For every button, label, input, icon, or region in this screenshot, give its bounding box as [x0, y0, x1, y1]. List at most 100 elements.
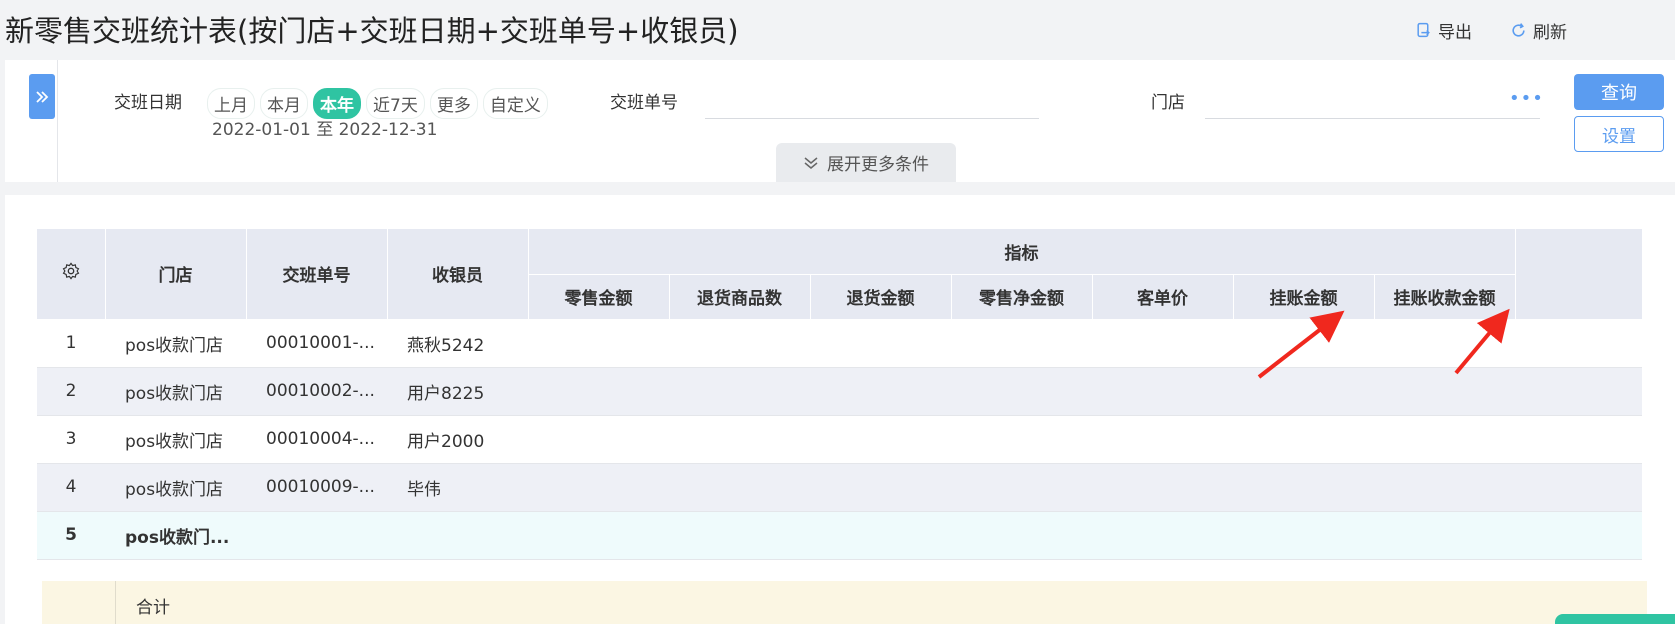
indicator-cell — [1092, 415, 1233, 464]
indicator-cell — [1233, 511, 1374, 560]
export-icon — [1417, 22, 1430, 38]
indicator-cell — [1233, 367, 1374, 416]
shift-no-header[interactable]: 交班单号 — [246, 229, 388, 320]
store-cell: pos收款门店 — [105, 367, 246, 416]
row-index: 2 — [37, 367, 105, 416]
cashier-header[interactable]: 收银员 — [387, 229, 529, 320]
table-row[interactable]: 5 pos收款门... — [37, 511, 1642, 560]
shift-no-cell: 00010001-... — [246, 319, 387, 368]
refresh-button[interactable]: 刷新 — [1510, 18, 1567, 43]
row-index: 3 — [37, 415, 105, 464]
cashier-cell: 用户2000 — [387, 415, 528, 464]
indicator-cell — [810, 463, 951, 512]
store-header[interactable]: 门店 — [105, 229, 247, 320]
indicator-cell — [669, 319, 810, 368]
indicator-cell — [951, 511, 1092, 560]
sidebar-toggle-button[interactable] — [29, 74, 55, 119]
gear-icon[interactable] — [62, 262, 80, 280]
shift-no-cell: 00010002-... — [246, 367, 387, 416]
indicator-cell — [1515, 463, 1642, 512]
indicator-cell — [669, 367, 810, 416]
indicator-cell — [1374, 415, 1515, 464]
store-cell: pos收款门... — [105, 511, 246, 560]
date-range: 2022-01-01 至 2022-12-31 — [212, 120, 438, 140]
table-row[interactable]: 1 pos收款门店 00010001-... 燕秋5242 — [37, 319, 1642, 368]
indicator-cell — [669, 415, 810, 464]
indicator-cell — [1374, 463, 1515, 512]
indicator-column-header[interactable]: 退货金额 — [810, 274, 952, 320]
indicator-column-header[interactable]: 挂账收款金额 — [1374, 274, 1516, 320]
indicator-cell — [528, 367, 669, 416]
store-cell: pos收款门店 — [105, 415, 246, 464]
shift-no-input[interactable] — [705, 118, 1039, 119]
floating-widget-edge[interactable] — [1555, 614, 1675, 624]
indicator-cell — [1092, 463, 1233, 512]
cashier-cell: 用户8225 — [387, 367, 528, 416]
panel-divider — [57, 60, 58, 182]
query-button[interactable]: 查询 — [1574, 74, 1664, 110]
indicator-cell — [1374, 511, 1515, 560]
indicator-cell — [810, 319, 951, 368]
indicators-header: 指标 — [528, 229, 1516, 275]
indicator-cell — [1092, 511, 1233, 560]
indicator-cell — [528, 319, 669, 368]
indicator-column-header[interactable]: 零售金额 — [528, 274, 670, 320]
indicator-cell — [669, 511, 810, 560]
indicator-cell — [810, 367, 951, 416]
indicator-cell — [1092, 367, 1233, 416]
indicator-cell — [1233, 319, 1374, 368]
summary-row: 合计 — [42, 581, 1647, 624]
export-label: 导出 — [1438, 23, 1472, 43]
refresh-icon — [1512, 23, 1525, 37]
shift-no-cell: 00010004-... — [246, 415, 387, 464]
cashier-cell — [387, 511, 528, 560]
double-chevron-right-icon — [36, 90, 49, 103]
store-cell: pos收款门店 — [105, 463, 246, 512]
indicator-cell — [669, 463, 810, 512]
indicator-cell — [1374, 319, 1515, 368]
table-row[interactable]: 4 pos收款门店 00010009-... 毕伟 — [37, 463, 1642, 512]
export-button[interactable]: 导出 — [1415, 18, 1472, 43]
row-index: 5 — [37, 511, 105, 560]
store-cell: pos收款门店 — [105, 319, 246, 368]
indicator-cell — [1515, 511, 1642, 560]
date-option-chip[interactable]: 自定义 — [482, 88, 548, 119]
indicator-column-header[interactable]: 挂账金额 — [1233, 274, 1375, 320]
store-input[interactable] — [1205, 118, 1540, 119]
settings-button[interactable]: 设置 — [1574, 116, 1664, 152]
row-index: 1 — [37, 319, 105, 368]
row-index: 4 — [37, 463, 105, 512]
indicator-cell — [1515, 319, 1642, 368]
indicator-column-header[interactable]: 退货商品数 — [669, 274, 811, 320]
indicator-cell — [951, 415, 1092, 464]
indicator-cell — [1374, 367, 1515, 416]
indicator-cell — [528, 463, 669, 512]
indicator-cell — [1515, 367, 1642, 416]
more-options-icon[interactable]: ••• — [1509, 88, 1544, 109]
indicator-cell — [1233, 463, 1374, 512]
date-label: 交班日期 — [114, 93, 182, 113]
table-row[interactable]: 3 pos收款门店 00010004-... 用户2000 — [37, 415, 1642, 464]
indicator-cell — [810, 415, 951, 464]
expand-more-conditions-button[interactable]: 展开更多条件 — [776, 143, 956, 182]
table-body: 1 pos收款门店 00010001-... 燕秋5242 2 pos收款门店 000100… — [37, 319, 1642, 560]
shift-no-cell — [246, 511, 387, 560]
indicator-cell — [1515, 415, 1642, 464]
expand-more-label: 展开更多条件 — [827, 155, 929, 175]
double-chevron-down-icon — [804, 156, 818, 169]
report-table: 门店 交班单号 收银员 指标 零售金额 退货商品数 退货金额 零售净金额 客单价 挂账金额… — [37, 229, 1643, 560]
indicator-cell — [528, 415, 669, 464]
summary-label: 合计 — [136, 598, 170, 618]
indicator-cell — [1233, 415, 1374, 464]
indicator-column-header[interactable]: 零售净金额 — [951, 274, 1093, 320]
indicator-cell — [810, 511, 951, 560]
indicator-cell — [951, 319, 1092, 368]
column-settings-header[interactable] — [37, 229, 106, 320]
refresh-label: 刷新 — [1533, 23, 1567, 43]
top-actions: 导出 刷新 — [1415, 18, 1567, 43]
table-row[interactable]: 2 pos收款门店 00010002-... 用户8225 — [37, 367, 1642, 416]
report-table-area: 门店 交班单号 收银员 指标 零售金额 退货商品数 退货金额 零售净金额 客单价 挂账金额… — [5, 195, 1675, 624]
cashier-cell: 毕伟 — [387, 463, 528, 512]
shift-no-label: 交班单号 — [610, 93, 678, 113]
indicator-column-header[interactable]: 客单价 — [1092, 274, 1234, 320]
